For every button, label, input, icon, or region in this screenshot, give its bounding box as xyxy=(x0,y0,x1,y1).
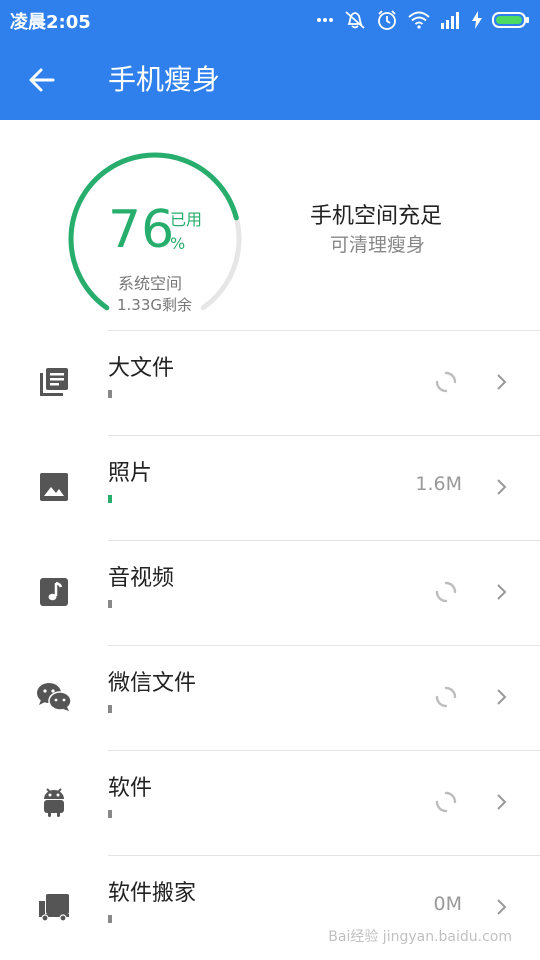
category-label: 软件 xyxy=(108,776,153,801)
storage-gauge: 76 已用 % 系统空间 1.33G剩余 xyxy=(60,144,250,334)
signal-icon xyxy=(441,12,459,29)
battery-icon xyxy=(492,12,529,28)
chevron-right-icon xyxy=(497,899,507,915)
music-note-icon xyxy=(36,574,72,610)
truck-icon xyxy=(36,889,72,925)
status-bar: 凌晨2:05 xyxy=(0,0,540,40)
used-percent-value: 76 xyxy=(108,200,175,260)
charging-icon xyxy=(472,11,482,29)
wifi-icon xyxy=(408,11,430,29)
usage-bar xyxy=(108,810,112,818)
used-label: 已用 xyxy=(170,210,203,229)
chevron-right-icon xyxy=(497,479,507,495)
back-button[interactable] xyxy=(22,60,62,100)
more-icon xyxy=(317,18,333,22)
chevron-right-icon xyxy=(497,374,507,390)
category-row-apps[interactable]: 软件 xyxy=(0,750,540,855)
usage-bar xyxy=(108,705,112,713)
chevron-right-icon xyxy=(497,794,507,810)
percent-sign: % xyxy=(170,234,186,253)
android-icon xyxy=(36,784,72,820)
status-time: 凌晨2:05 xyxy=(10,12,91,33)
top-bar: 凌晨2:05 手机瘦身 xyxy=(0,0,540,120)
category-size: 1.6M xyxy=(415,473,462,495)
category-label: 大文件 xyxy=(108,356,175,381)
remaining-space: 1.33G剩余 xyxy=(117,296,193,314)
category-size: 0M xyxy=(433,893,462,915)
category-label: 照片 xyxy=(108,461,153,486)
image-icon xyxy=(36,469,72,505)
category-label: 音视频 xyxy=(108,566,175,591)
loading-spinner-icon xyxy=(435,791,457,813)
app-bar: 手机瘦身 xyxy=(0,40,540,120)
watermark: Bai经验 jingyan.baidu.com xyxy=(328,929,512,945)
chevron-right-icon xyxy=(497,689,507,705)
chevron-right-icon xyxy=(497,584,507,600)
system-space-label: 系统空间 xyxy=(118,274,183,293)
storage-summary: 76 已用 % 系统空间 1.33G剩余 手机空间充足 可清理瘦身 xyxy=(0,120,540,330)
arrow-left-icon xyxy=(29,68,55,92)
storage-status-subtitle: 可清理瘦身 xyxy=(330,234,426,256)
alarm-icon xyxy=(378,10,396,30)
usage-bar xyxy=(108,600,112,608)
category-list: 大文件 照片 1.6M 音视频 微信文件 软件 软件搬家 0M xyxy=(0,330,540,960)
page-title: 手机瘦身 xyxy=(108,63,221,96)
category-label: 微信文件 xyxy=(108,671,197,696)
loading-spinner-icon xyxy=(435,686,457,708)
category-row-audio-video[interactable]: 音视频 xyxy=(0,540,540,645)
category-row-large-files[interactable]: 大文件 xyxy=(0,330,540,435)
status-icons xyxy=(316,8,530,32)
category-row-photos[interactable]: 照片 1.6M xyxy=(0,435,540,540)
vibrate-off-icon xyxy=(345,11,365,29)
loading-spinner-icon xyxy=(435,581,457,603)
file-list-icon xyxy=(36,364,72,400)
category-label: 软件搬家 xyxy=(108,881,197,906)
usage-bar xyxy=(108,390,112,398)
category-row-wechat-files[interactable]: 微信文件 xyxy=(0,645,540,750)
storage-status-title: 手机空间充足 xyxy=(310,204,443,229)
loading-spinner-icon xyxy=(435,371,457,393)
wechat-icon xyxy=(36,679,72,715)
usage-bar xyxy=(108,495,112,503)
usage-bar xyxy=(108,915,112,923)
